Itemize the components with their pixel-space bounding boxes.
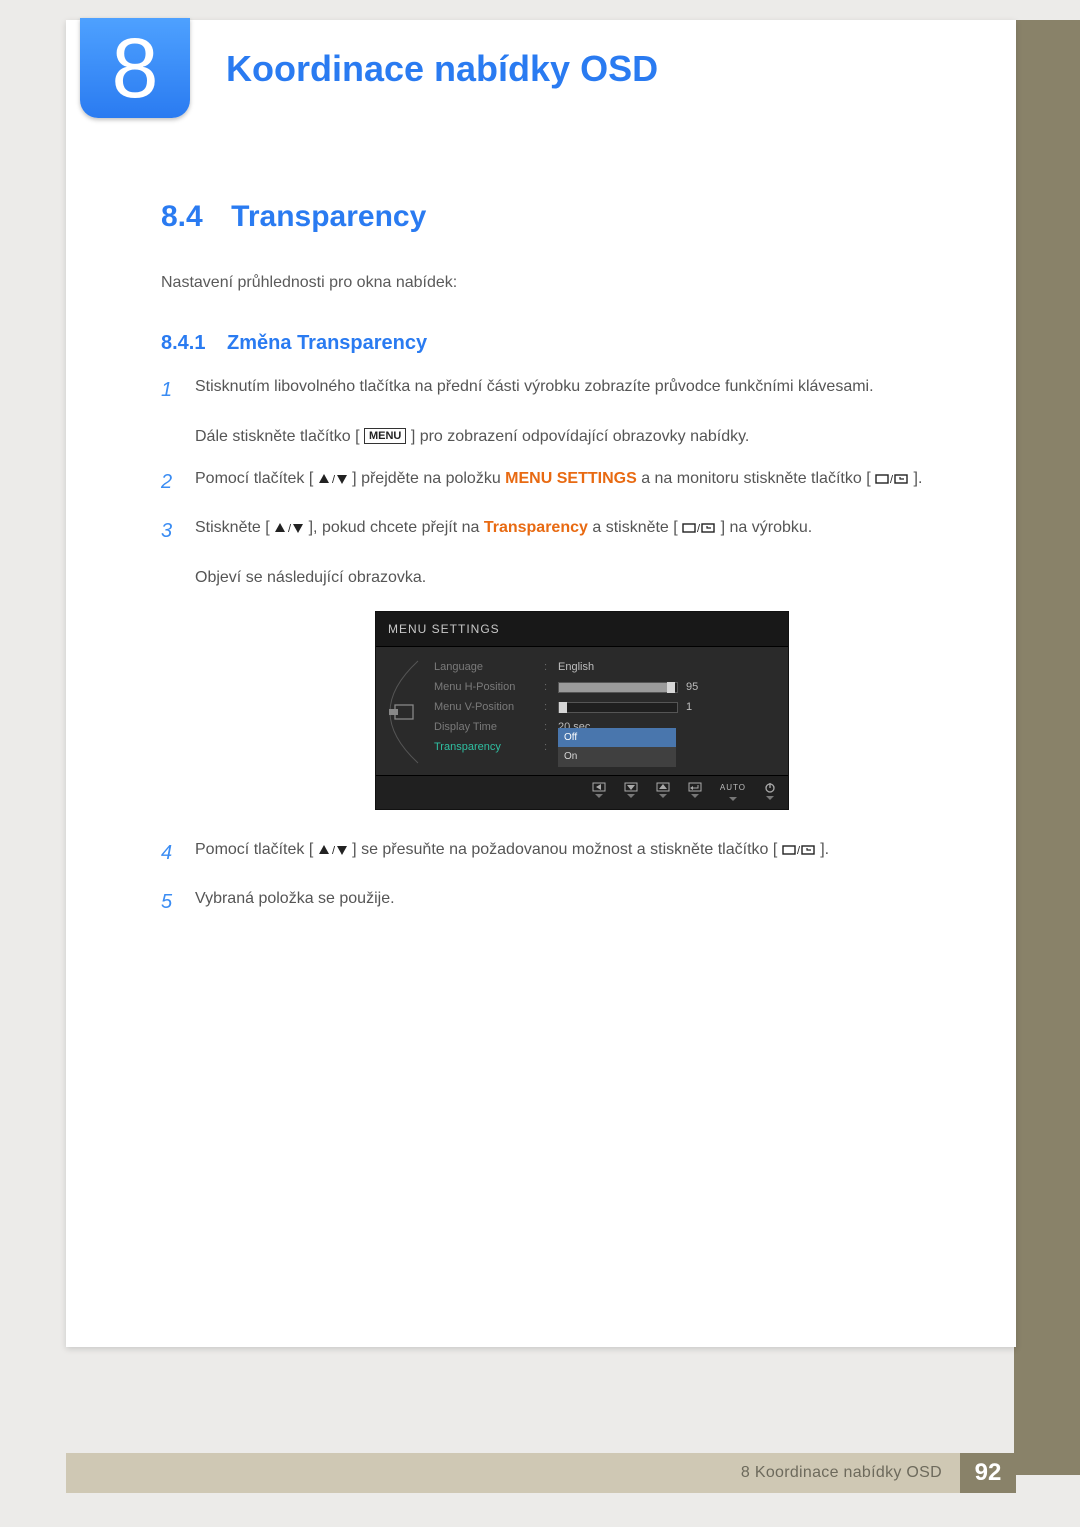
step-5: 5 Vybraná položka se použije.	[161, 887, 946, 918]
section-heading: 8.4 Transparency	[161, 200, 946, 234]
step-text: Stiskněte [	[195, 519, 270, 536]
step-text: ] přejděte na položku	[352, 470, 505, 487]
osd-slider	[558, 702, 678, 713]
osd-nav-power-icon	[764, 782, 776, 800]
section-intro: Nastavení průhlednosti pro okna nabídek:	[161, 274, 946, 292]
osd-nav-up-icon	[656, 782, 670, 800]
subsection-number: 8.4.1	[161, 332, 205, 354]
osd-nav-down-icon	[624, 782, 638, 800]
svg-text:/: /	[288, 523, 292, 534]
page-sheet: 8 Koordinace nabídky OSD 8.4 Transparenc…	[66, 20, 1016, 1347]
osd-label: Transparency	[434, 739, 544, 756]
svg-text:/: /	[332, 474, 336, 485]
page-number: 92	[960, 1453, 1016, 1493]
steps-list: 1 Stisknutím libovolného tlačítka na pře…	[161, 375, 946, 918]
chapter-title: Koordinace nabídky OSD	[226, 48, 658, 90]
osd-panel: MENU SETTINGS	[375, 611, 789, 810]
subsection-heading: 8.4.1 Změna Transparency	[161, 332, 946, 355]
osd-nav-auto: AUTO	[720, 782, 746, 800]
osd-row-h-position: Menu H-Position : 95	[434, 677, 776, 697]
osd-row-transparency: Transparency : Off On	[434, 737, 776, 757]
svg-text:/: /	[332, 845, 336, 856]
svg-text:/: /	[890, 474, 894, 485]
step-text: a stiskněte [	[592, 519, 677, 536]
section-title: Transparency	[231, 200, 426, 233]
osd-value: 1	[686, 699, 692, 716]
step-text: ] pro zobrazení odpovídající obrazovky n…	[411, 428, 750, 445]
up-down-icon: /	[318, 473, 348, 485]
highlight-menu-settings: MENU SETTINGS	[505, 470, 637, 487]
right-margin-bar	[1014, 20, 1080, 1475]
footer-text: 8 Koordinace nabídky OSD	[741, 1464, 942, 1482]
osd-dropdown: Off On	[558, 728, 676, 767]
step-2: 2 Pomocí tlačítek [ / ] přejděte na polo…	[161, 467, 946, 498]
enter-source-icon: /	[875, 473, 909, 485]
osd-footer: AUTO	[376, 775, 788, 808]
step-text: ] se přesuňte na požadovanou možnost a s…	[352, 841, 777, 858]
step-number: 3	[161, 516, 177, 819]
subsection-title: Změna Transparency	[227, 332, 427, 354]
step-text: Pomocí tlačítek [	[195, 841, 313, 858]
page-footer: 8 Koordinace nabídky OSD 92	[66, 1453, 1016, 1493]
step-text: Vybraná položka se použije.	[195, 890, 395, 907]
osd-label: Language	[434, 659, 544, 676]
step-text: ].	[820, 841, 829, 858]
highlight-transparency: Transparency	[484, 519, 588, 536]
osd-slider	[558, 682, 678, 693]
step-text: ] na výrobku.	[721, 519, 813, 536]
svg-text:/: /	[697, 523, 701, 534]
osd-nav-enter-icon	[688, 782, 702, 800]
osd-value: 95	[686, 679, 698, 696]
osd-option-on: On	[558, 747, 676, 767]
up-down-icon: /	[274, 522, 304, 534]
chapter-tab: 8	[80, 18, 190, 118]
osd-row-language: Language : English	[434, 657, 776, 677]
step-3: 3 Stiskněte [ / ], pokud chcete přejít n…	[161, 516, 946, 819]
step-text: a na monitoru stiskněte tlačítko [	[641, 470, 870, 487]
osd-label: Menu H-Position	[434, 679, 544, 696]
up-down-icon: /	[318, 844, 348, 856]
osd-title: MENU SETTINGS	[376, 612, 788, 648]
step-text: Pomocí tlačítek [	[195, 470, 313, 487]
menu-key-icon: MENU	[364, 428, 406, 444]
enter-source-icon: /	[782, 844, 816, 856]
step-1: 1 Stisknutím libovolného tlačítka na pře…	[161, 375, 946, 449]
svg-text:/: /	[797, 845, 801, 856]
step-text: ], pokud chcete přejít na	[309, 519, 484, 536]
enter-source-icon: /	[682, 522, 716, 534]
step-number: 2	[161, 467, 177, 498]
osd-side-icon	[382, 657, 424, 767]
osd-label: Menu V-Position	[434, 699, 544, 716]
osd-nav-left-icon	[592, 782, 606, 800]
step-number: 4	[161, 838, 177, 869]
osd-value: English	[558, 659, 594, 676]
osd-row-v-position: Menu V-Position : 1	[434, 697, 776, 717]
step-text: Dále stiskněte tlačítko [	[195, 428, 360, 445]
step-text: ].	[914, 470, 923, 487]
step-4: 4 Pomocí tlačítek [ / ] se přesuňte na p…	[161, 838, 946, 869]
step-text: Objeví se následující obrazovka.	[195, 569, 426, 586]
osd-option-off: Off	[558, 728, 676, 748]
step-number: 5	[161, 887, 177, 918]
osd-label: Display Time	[434, 719, 544, 736]
step-number: 1	[161, 375, 177, 449]
section-number: 8.4	[161, 200, 203, 233]
chapter-number: 8	[112, 26, 159, 110]
step-text: Stisknutím libovolného tlačítka na předn…	[195, 378, 874, 395]
